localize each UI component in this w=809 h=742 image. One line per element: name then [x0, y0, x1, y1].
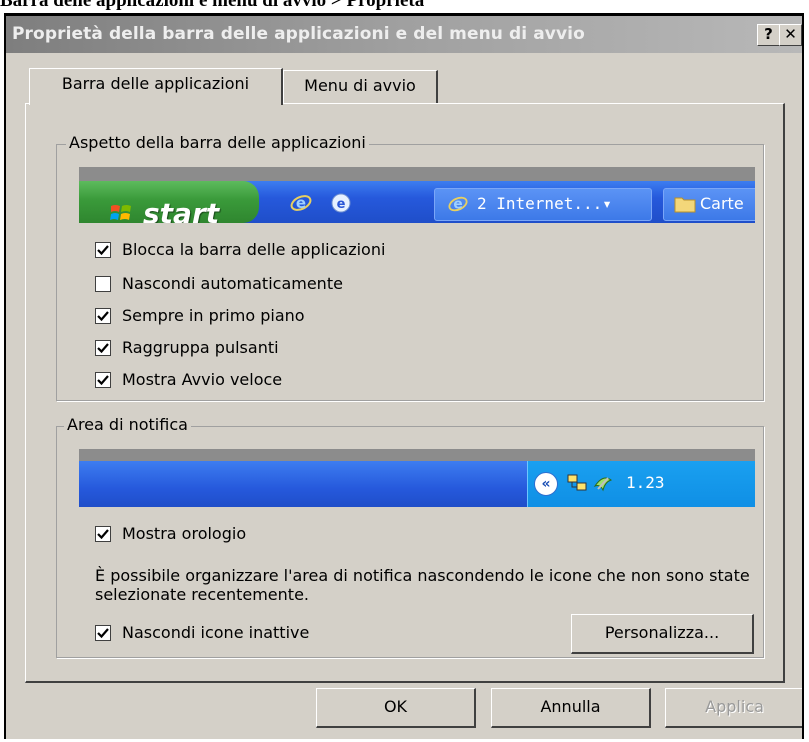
taskbar-button-label: Carte [700, 194, 744, 213]
taskbar-appearance-title: Aspetto della barra delle applicazioni [66, 133, 369, 153]
system-tray-preview: « 1.23 [527, 461, 755, 507]
internet-explorer-icon: e [290, 194, 312, 212]
ok-button[interactable]: OK [316, 688, 476, 728]
svg-text:e: e [337, 197, 346, 212]
document-caption: Barra delle applicazioni e menu di avvio… [0, 0, 425, 11]
checkbox-label: Nascondi icone inattive [122, 623, 310, 642]
title-bar[interactable]: Proprietà della barra delle applicazioni… [6, 16, 802, 53]
network-icon [567, 474, 587, 491]
antivirus-icon [593, 477, 613, 492]
checkbox-label: Nascondi automaticamente [122, 274, 343, 293]
window-title: Proprietà della barra delle applicazioni… [12, 24, 585, 44]
taskbar-button-label: 2 Internet...▾ [477, 194, 612, 213]
checkbox-label: Raggruppa pulsanti [122, 338, 279, 357]
notification-area-preview: « 1.23 [79, 449, 755, 507]
customize-button[interactable]: Personalizza... [571, 614, 754, 654]
checkbox-box[interactable] [95, 340, 111, 356]
checkbox-box[interactable] [95, 372, 111, 388]
windows-flag-icon [110, 205, 131, 220]
checkbox-box[interactable] [95, 308, 111, 324]
start-button-preview: start [79, 181, 259, 223]
tray-clock: 1.23 [626, 473, 665, 492]
taskbar-appearance-group: Aspetto della barra delle applicazioni s… [56, 133, 764, 401]
tab-panel: Aspetto della barra delle applicazioni s… [25, 103, 785, 683]
tab-menu-avvio[interactable]: Menu di avvio [283, 70, 438, 103]
svg-text:e: e [296, 194, 306, 212]
folder-icon [674, 197, 696, 213]
checkbox-label: Sempre in primo piano [122, 306, 305, 325]
checkbox-label: Mostra orologio [122, 524, 247, 543]
taskbar-button-internet: e 2 Internet...▾ [434, 188, 652, 221]
checkbox-label: Blocca la barra delle applicazioni [122, 240, 386, 259]
svg-text:e: e [453, 197, 462, 213]
checkbox-label: Mostra Avvio veloce [122, 370, 283, 389]
properties-dialog: Proprietà della barra delle applicazioni… [6, 16, 802, 739]
start-label: start [143, 197, 220, 223]
taskbar-preview: start e e e 2 Internet...▾ Carte [79, 167, 755, 223]
checkbox-box[interactable] [95, 276, 111, 292]
cancel-button[interactable]: Annulla [491, 688, 651, 728]
notification-area-title: Area di notifica [64, 415, 191, 435]
internet-explorer-icon: e [448, 197, 468, 213]
notification-description: È possibile organizzare l'area di notifi… [95, 566, 750, 604]
tab-barra-applicazioni[interactable]: Barra delle applicazioni [29, 68, 283, 105]
checkbox-box[interactable] [95, 625, 111, 641]
checkbox-box[interactable] [95, 526, 111, 542]
help-button[interactable]: ? [757, 24, 780, 46]
outlook-express-icon: e [331, 193, 351, 213]
chevron-left-icon: « [534, 472, 558, 496]
close-button[interactable]: ✕ [779, 24, 802, 46]
taskbar-button-folder: Carte [663, 188, 755, 221]
notification-area-group: Area di notifica « 1.23 Mostra orologio … [56, 415, 764, 658]
checkbox-box[interactable] [95, 242, 111, 258]
apply-button[interactable]: Applica [665, 688, 802, 728]
